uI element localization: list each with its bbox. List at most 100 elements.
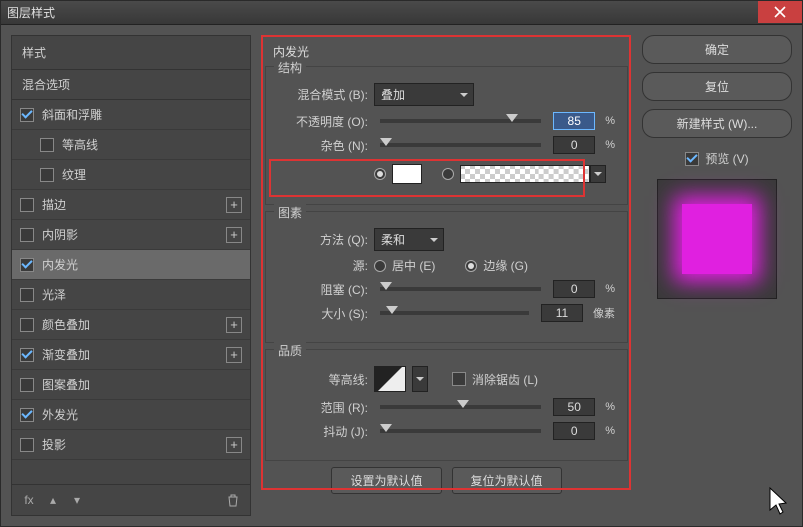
cancel-button[interactable]: 复位	[642, 72, 792, 101]
action-panel: 确定 复位 新建样式 (W)... 预览 (V)	[642, 35, 792, 516]
range-label: 范围 (R):	[278, 399, 368, 416]
elements-title: 图素	[274, 204, 306, 221]
size-input[interactable]: 11	[541, 304, 583, 322]
style-label: 斜面和浮雕	[42, 106, 102, 123]
style-checkbox[interactable]	[40, 138, 54, 152]
close-button[interactable]	[758, 1, 802, 23]
style-label: 内阴影	[42, 226, 78, 243]
style-row-8[interactable]: 渐变叠加 +	[12, 340, 250, 370]
style-label: 投影	[42, 436, 66, 453]
window-title: 图层样式	[7, 4, 55, 21]
styles-panel: 样式 混合选项 斜面和浮雕等高线纹理描边 + 内阴影 + 内发光光泽颜色叠加+ 渐变叠加 +…	[11, 35, 251, 516]
trash-icon[interactable]	[224, 491, 242, 509]
quality-title: 品质	[274, 342, 306, 359]
style-label: 纹理	[62, 166, 86, 183]
style-row-9[interactable]: 图案叠加	[12, 370, 250, 400]
style-row-3[interactable]: 描边 +	[12, 190, 250, 220]
style-checkbox[interactable]	[20, 348, 34, 362]
style-row-10[interactable]: 外发光	[12, 400, 250, 430]
style-checkbox[interactable]	[40, 168, 54, 182]
technique-label: 方法 (Q):	[278, 231, 368, 248]
style-label: 图案叠加	[42, 376, 90, 393]
new-style-button[interactable]: 新建样式 (W)...	[642, 109, 792, 138]
noise-unit: %	[605, 139, 615, 151]
contour-label: 等高线:	[278, 371, 368, 388]
range-unit: %	[605, 401, 615, 413]
blend-mode-label: 混合模式 (B):	[278, 86, 368, 103]
settings-panel: 内发光 结构 混合模式 (B): 叠加 不透明度 (O): 85 % 杂色 (N…	[261, 35, 632, 516]
add-effect-button[interactable]: +	[226, 197, 242, 213]
arrow-up-icon[interactable]: ▴	[44, 491, 62, 509]
style-row-4[interactable]: 内阴影 +	[12, 220, 250, 250]
style-label: 等高线	[62, 136, 98, 153]
styles-heading: 样式	[12, 36, 250, 70]
add-effect-button[interactable]: +	[226, 227, 242, 243]
preview-swatch	[682, 204, 752, 274]
style-row-2[interactable]: 纹理	[12, 160, 250, 190]
preview-label: 预览 (V)	[705, 150, 748, 167]
style-checkbox[interactable]	[20, 288, 34, 302]
style-checkbox[interactable]	[20, 438, 34, 452]
source-center-label: 居中 (E)	[392, 257, 435, 274]
style-label: 渐变叠加	[42, 346, 90, 363]
style-row-11[interactable]: 投影 +	[12, 430, 250, 460]
contour-picker[interactable]	[374, 366, 406, 392]
style-row-1[interactable]: 等高线	[12, 130, 250, 160]
style-row-5[interactable]: 内发光	[12, 250, 250, 280]
antialias-label: 消除锯齿 (L)	[472, 371, 538, 388]
size-unit: 像素	[593, 305, 615, 321]
style-row-0[interactable]: 斜面和浮雕	[12, 100, 250, 130]
preview-checkbox[interactable]	[685, 152, 699, 166]
jitter-label: 抖动 (J):	[278, 423, 368, 440]
fx-icon[interactable]: fx	[20, 491, 38, 509]
noise-input[interactable]: 0	[553, 136, 595, 154]
style-checkbox[interactable]	[20, 228, 34, 242]
size-slider[interactable]	[380, 311, 529, 315]
style-checkbox[interactable]	[20, 378, 34, 392]
add-effect-button[interactable]: +	[226, 347, 242, 363]
opacity-slider[interactable]	[380, 119, 541, 123]
add-effect-button[interactable]: +	[226, 437, 242, 453]
style-row-7[interactable]: 颜色叠加+	[12, 310, 250, 340]
size-label: 大小 (S):	[278, 305, 368, 322]
titlebar: 图层样式	[1, 1, 802, 25]
opacity-input[interactable]: 85	[553, 112, 595, 130]
style-label: 描边	[42, 196, 66, 213]
opacity-label: 不透明度 (O):	[278, 113, 368, 130]
add-effect-button[interactable]: +	[226, 317, 242, 333]
style-label: 内发光	[42, 256, 78, 273]
antialias-checkbox[interactable]	[452, 372, 466, 386]
source-label: 源:	[278, 257, 368, 274]
blending-options[interactable]: 混合选项	[12, 70, 250, 100]
technique-select[interactable]: 柔和	[374, 228, 444, 251]
range-input[interactable]: 50	[553, 398, 595, 416]
style-checkbox[interactable]	[20, 318, 34, 332]
source-edge-radio[interactable]	[465, 260, 477, 272]
jitter-input[interactable]: 0	[553, 422, 595, 440]
blend-mode-select[interactable]: 叠加	[374, 83, 474, 106]
style-row-6[interactable]: 光泽	[12, 280, 250, 310]
jitter-slider[interactable]	[380, 429, 541, 433]
choke-slider[interactable]	[380, 287, 541, 291]
style-checkbox[interactable]	[20, 108, 34, 122]
structure-title: 结构	[274, 59, 306, 76]
noise-slider[interactable]	[380, 143, 541, 147]
style-checkbox[interactable]	[20, 258, 34, 272]
style-checkbox[interactable]	[20, 408, 34, 422]
style-label: 光泽	[42, 286, 66, 303]
elements-group: 图素 方法 (Q): 柔和 源: 居中 (E) 边缘 (G) 阻塞 (C): 0	[265, 211, 628, 343]
arrow-down-icon[interactable]: ▾	[68, 491, 86, 509]
source-edge-label: 边缘 (G)	[483, 257, 528, 274]
choke-input[interactable]: 0	[553, 280, 595, 298]
style-label: 外发光	[42, 406, 78, 423]
source-center-radio[interactable]	[374, 260, 386, 272]
preview-box	[657, 179, 777, 299]
ok-button[interactable]: 确定	[642, 35, 792, 64]
contour-dropdown[interactable]	[412, 366, 428, 392]
range-slider[interactable]	[380, 405, 541, 409]
choke-unit: %	[605, 283, 615, 295]
style-checkbox[interactable]	[20, 198, 34, 212]
gradient-dropdown[interactable]	[590, 165, 606, 183]
cursor-icon	[767, 486, 787, 516]
choke-label: 阻塞 (C):	[278, 281, 368, 298]
